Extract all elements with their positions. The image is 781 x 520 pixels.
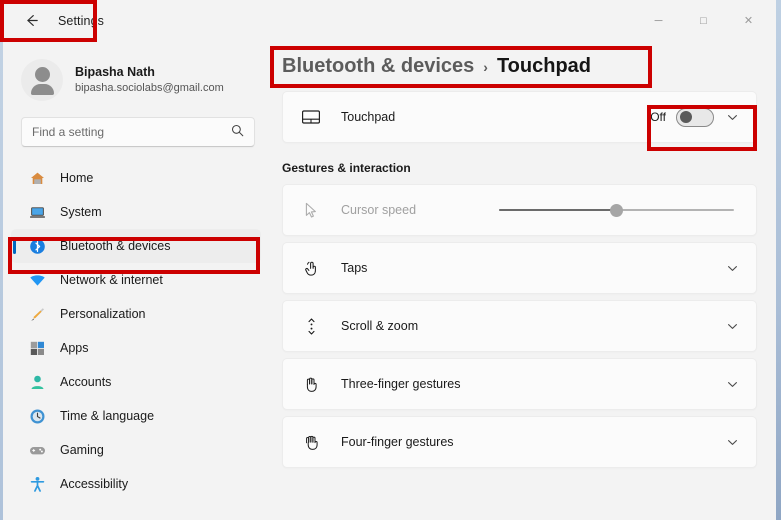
taps-card: Taps xyxy=(282,242,757,294)
chevron-down-icon[interactable] xyxy=(724,379,740,390)
sidebar-item-time-language[interactable]: Time & language xyxy=(11,399,261,433)
cursor-pointer-icon xyxy=(300,199,322,221)
taps-row[interactable]: Taps xyxy=(283,243,756,293)
title-bar-left: Settings xyxy=(0,0,104,41)
close-button[interactable]: ✕ xyxy=(726,0,771,41)
sidebar-nav: Home System Bluetooth & devices Network … xyxy=(3,161,271,501)
scroll-zoom-card: Scroll & zoom xyxy=(282,300,757,352)
sidebar-item-accounts[interactable]: Accounts xyxy=(11,365,261,399)
sidebar-item-label: Home xyxy=(60,171,94,185)
window-controls: ─ □ ✕ xyxy=(636,0,771,41)
taps-label: Taps xyxy=(341,261,368,275)
user-profile[interactable]: Bipasha Nath bipasha.sociolabs@gmail.com xyxy=(3,41,271,103)
sidebar-item-label: Gaming xyxy=(60,443,104,457)
sidebar-item-personalization[interactable]: Personalization xyxy=(11,297,261,331)
user-avatar-icon xyxy=(21,59,63,101)
cursor-speed-row: Cursor speed xyxy=(283,185,756,235)
four-finger-gestures-label: Four-finger gestures xyxy=(341,435,454,449)
scroll-arrows-icon xyxy=(300,315,322,337)
sidebar-item-label: Accounts xyxy=(60,375,112,389)
touchpad-toggle-state: Off xyxy=(650,110,666,124)
profile-name: Bipasha Nath xyxy=(75,65,155,80)
touchpad-card: Touchpad Off xyxy=(282,91,757,143)
accessibility-icon xyxy=(29,476,46,493)
minimize-button[interactable]: ─ xyxy=(636,0,681,41)
touchpad-label: Touchpad xyxy=(341,110,396,124)
chevron-down-icon[interactable] xyxy=(724,437,740,448)
touchpad-icon xyxy=(300,106,322,128)
touchpad-row[interactable]: Touchpad Off xyxy=(283,92,756,142)
chevron-down-icon[interactable] xyxy=(724,263,740,274)
four-finger-hand-icon xyxy=(300,431,322,453)
breadcrumb-separator-icon: › xyxy=(483,59,488,75)
sidebar-item-label: Apps xyxy=(60,341,89,355)
sidebar: Bipasha Nath bipasha.sociolabs@gmail.com… xyxy=(3,41,271,520)
profile-text: Bipasha Nath bipasha.sociolabs@gmail.com xyxy=(75,64,224,96)
profile-email: bipasha.sociolabs@gmail.com xyxy=(75,82,224,95)
sidebar-item-label: Network & internet xyxy=(60,273,163,287)
cursor-speed-label: Cursor speed xyxy=(341,203,417,217)
three-finger-hand-icon xyxy=(300,373,322,395)
tap-hand-icon xyxy=(300,257,322,279)
sidebar-item-system[interactable]: System xyxy=(11,195,261,229)
sidebar-item-label: Personalization xyxy=(60,307,146,321)
wifi-icon xyxy=(29,272,46,289)
search-input[interactable] xyxy=(32,125,225,139)
bluetooth-icon xyxy=(29,238,46,255)
sidebar-item-gaming[interactable]: Gaming xyxy=(11,433,261,467)
scroll-zoom-row[interactable]: Scroll & zoom xyxy=(283,301,756,351)
home-icon xyxy=(29,170,46,187)
system-icon xyxy=(29,204,46,221)
maximize-button[interactable]: □ xyxy=(681,0,726,41)
search-icon xyxy=(231,124,244,140)
page-title: Touchpad xyxy=(496,55,591,77)
window-border-right xyxy=(776,0,781,520)
sidebar-item-network-internet[interactable]: Network & internet xyxy=(11,263,261,297)
paintbrush-icon xyxy=(29,306,46,323)
cursor-speed-card: Cursor speed xyxy=(282,184,757,236)
main-content: Bluetooth & devices › Touchpad Touchpad … xyxy=(271,41,776,520)
accounts-icon xyxy=(29,374,46,391)
sidebar-item-label: Accessibility xyxy=(60,477,129,491)
breadcrumb-parent-link[interactable]: Bluetooth & devices xyxy=(282,55,474,78)
chevron-down-icon[interactable] xyxy=(724,321,740,332)
touchpad-toggle-group: Off xyxy=(650,107,740,127)
back-arrow-icon[interactable] xyxy=(22,12,40,30)
three-finger-gestures-card: Three-finger gestures xyxy=(282,358,757,410)
settings-window: Settings ─ □ ✕ Bipasha Nath bipasha.soci… xyxy=(0,0,781,520)
four-finger-gestures-card: Four-finger gestures xyxy=(282,416,757,468)
clock-icon xyxy=(29,408,46,425)
sidebar-item-home[interactable]: Home xyxy=(11,161,261,195)
sidebar-item-apps[interactable]: Apps xyxy=(11,331,261,365)
sidebar-item-accessibility[interactable]: Accessibility xyxy=(11,467,261,501)
three-finger-gestures-label: Three-finger gestures xyxy=(341,377,461,391)
three-finger-gestures-row[interactable]: Three-finger gestures xyxy=(283,359,756,409)
gamepad-icon xyxy=(29,442,46,459)
apps-icon xyxy=(29,340,46,357)
cursor-speed-slider[interactable] xyxy=(499,201,734,219)
scroll-zoom-label: Scroll & zoom xyxy=(341,319,419,333)
app-title: Settings xyxy=(58,13,104,28)
touchpad-toggle-switch[interactable] xyxy=(676,107,714,127)
sidebar-item-label: Time & language xyxy=(60,409,155,423)
search-box[interactable] xyxy=(21,117,255,147)
title-bar: Settings ─ □ ✕ xyxy=(0,0,776,41)
chevron-down-icon[interactable] xyxy=(724,112,740,123)
sidebar-item-label: System xyxy=(60,205,102,219)
breadcrumb: Bluetooth & devices › Touchpad xyxy=(271,41,776,78)
four-finger-gestures-row[interactable]: Four-finger gestures xyxy=(283,417,756,467)
sidebar-item-bluetooth-devices[interactable]: Bluetooth & devices xyxy=(11,229,261,263)
sidebar-item-label: Bluetooth & devices xyxy=(60,239,171,253)
section-title-gestures: Gestures & interaction xyxy=(282,161,411,175)
